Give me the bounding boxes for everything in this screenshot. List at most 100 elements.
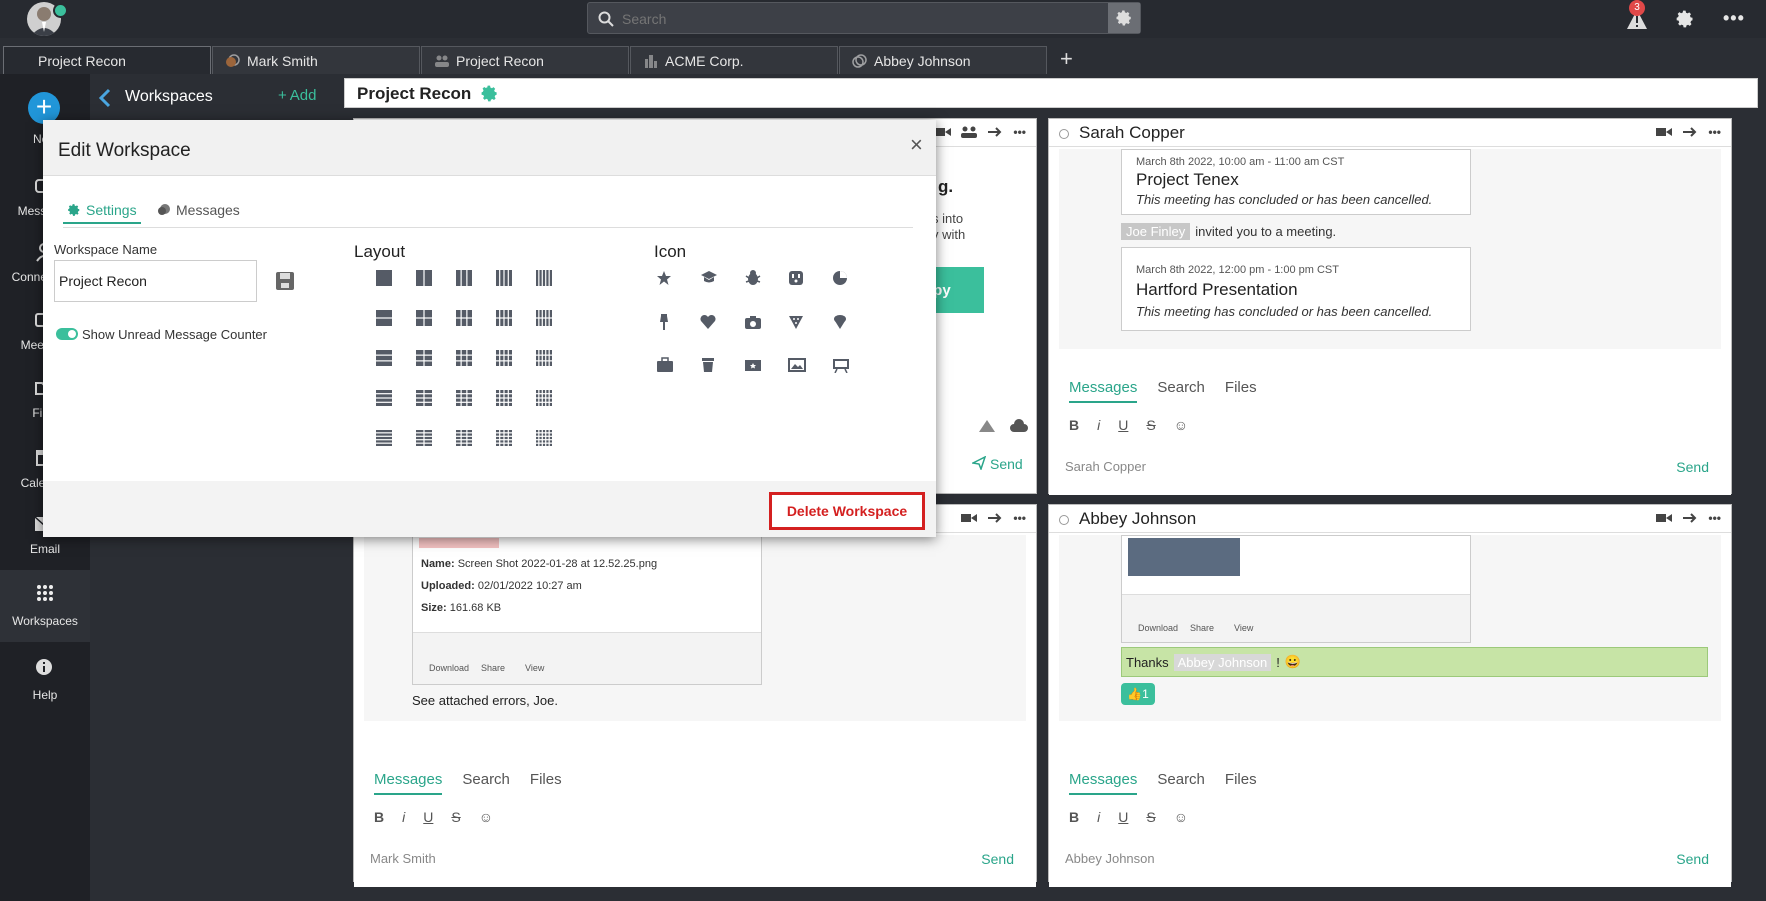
- arrow-right-icon[interactable]: [1682, 125, 1698, 139]
- gear-icon[interactable]: [480, 84, 499, 103]
- layout-option-2x5[interactable]: [536, 310, 552, 326]
- tab-files[interactable]: Files: [1225, 379, 1257, 403]
- layout-option-1x4[interactable]: [496, 270, 512, 286]
- layout-option-3x5[interactable]: [536, 350, 552, 366]
- add-workspace-button[interactable]: + Add: [278, 87, 316, 104]
- graduation-cap-icon[interactable]: [700, 270, 718, 286]
- tab-messages[interactable]: Messages: [374, 771, 443, 795]
- tab-project-recon-active[interactable]: Project Recon: [3, 46, 211, 74]
- settings-button[interactable]: [1675, 9, 1695, 29]
- more-options-icon[interactable]: •••: [1723, 8, 1745, 29]
- delete-workspace-button[interactable]: Delete Workspace: [769, 492, 925, 530]
- layout-option-3x3[interactable]: [456, 350, 472, 366]
- emoji-icon[interactable]: ☺: [1174, 809, 1188, 825]
- tab-abbey-johnson[interactable]: Abbey Johnson: [839, 46, 1047, 74]
- strikethrough-icon[interactable]: S: [1146, 417, 1155, 433]
- video-icon[interactable]: [1656, 125, 1673, 139]
- bold-icon[interactable]: B: [1069, 417, 1079, 433]
- image-icon[interactable]: [788, 357, 806, 373]
- group-icon[interactable]: [961, 125, 978, 139]
- workspace-name-input[interactable]: [54, 260, 257, 302]
- layout-option-4x3[interactable]: [456, 390, 472, 406]
- tab-messages[interactable]: Messages: [1069, 771, 1138, 795]
- back-chevron-icon[interactable]: [98, 88, 112, 108]
- tab-files[interactable]: Files: [530, 771, 562, 795]
- rail-workspaces[interactable]: Workspaces: [0, 570, 90, 642]
- search-input[interactable]: [622, 9, 1102, 29]
- mention-chip[interactable]: Joe Finley: [1121, 223, 1191, 240]
- briefcase-icon[interactable]: [656, 357, 674, 373]
- arrow-right-icon[interactable]: [987, 125, 1003, 139]
- layout-option-2x2[interactable]: [416, 310, 432, 326]
- layout-option-4x2[interactable]: [416, 390, 432, 406]
- reaction-badge[interactable]: 👍1: [1121, 683, 1155, 705]
- layout-option-2x3[interactable]: [456, 310, 472, 326]
- send-button[interactable]: Send: [981, 851, 1014, 867]
- warning-icon[interactable]: [978, 419, 996, 433]
- layout-option-1x5[interactable]: [536, 270, 552, 286]
- pizza-icon[interactable]: [788, 314, 804, 330]
- cloud-upload-icon[interactable]: [1010, 419, 1028, 433]
- layout-option-1x1[interactable]: [376, 270, 392, 286]
- italic-icon[interactable]: i: [1097, 417, 1100, 433]
- view-button[interactable]: View: [525, 663, 544, 673]
- tab-search[interactable]: Search: [1157, 379, 1205, 403]
- tab-project-recon[interactable]: Project Recon: [421, 46, 629, 74]
- layout-option-5x5[interactable]: [536, 430, 552, 446]
- tab-search[interactable]: Search: [462, 771, 510, 795]
- tab-mark-smith[interactable]: Mark Smith: [212, 46, 420, 74]
- outlet-icon[interactable]: [788, 270, 804, 286]
- layout-option-3x4[interactable]: [496, 350, 512, 366]
- italic-icon[interactable]: i: [402, 809, 405, 825]
- tab-settings[interactable]: Settings: [63, 202, 141, 224]
- more-options-icon[interactable]: •••: [1013, 511, 1026, 525]
- download-button[interactable]: Download: [1138, 623, 1178, 633]
- alerts-button[interactable]: 3: [1624, 0, 1650, 32]
- rail-help[interactable]: Help: [0, 658, 90, 726]
- send-button[interactable]: Send: [972, 456, 1023, 472]
- tab-messages[interactable]: Messages: [1069, 379, 1138, 403]
- view-button[interactable]: View: [1234, 623, 1253, 633]
- layout-option-5x1[interactable]: [376, 430, 392, 446]
- layout-option-5x3[interactable]: [456, 430, 472, 446]
- layout-option-5x4[interactable]: [496, 430, 512, 446]
- message-input[interactable]: Sarah Copper: [1065, 459, 1146, 474]
- video-icon[interactable]: [961, 511, 978, 525]
- message-input[interactable]: Mark Smith: [370, 851, 436, 866]
- layout-option-1x3[interactable]: [456, 270, 472, 286]
- mention-chip[interactable]: Abbey Johnson: [1173, 653, 1272, 671]
- meeting-card[interactable]: March 8th 2022, 10:00 am - 11:00 am CST …: [1121, 149, 1471, 215]
- video-icon[interactable]: [1656, 511, 1673, 525]
- tab-acme-corp[interactable]: ACME Corp.: [630, 46, 838, 74]
- download-button[interactable]: Download: [429, 663, 469, 673]
- strikethrough-icon[interactable]: S: [451, 809, 460, 825]
- layout-option-3x2[interactable]: [416, 350, 432, 366]
- tab-messages[interactable]: Messages: [157, 202, 240, 222]
- layout-option-4x5[interactable]: [536, 390, 552, 406]
- more-options-icon[interactable]: •••: [1013, 125, 1026, 139]
- add-tab-button[interactable]: +: [1060, 46, 1073, 72]
- arrow-right-icon[interactable]: [987, 511, 1003, 525]
- save-icon[interactable]: [275, 271, 295, 291]
- close-icon[interactable]: ×: [910, 132, 923, 158]
- camera-icon[interactable]: [744, 314, 762, 330]
- more-options-icon[interactable]: •••: [1708, 511, 1721, 525]
- unread-counter-toggle[interactable]: [56, 328, 78, 340]
- tab-search[interactable]: Search: [1157, 771, 1205, 795]
- ticket-icon[interactable]: [744, 357, 762, 373]
- search-settings-button[interactable]: [1108, 3, 1140, 33]
- send-button[interactable]: Send: [1676, 459, 1709, 475]
- bug-icon[interactable]: [744, 269, 762, 287]
- message-input[interactable]: Abbey Johnson: [1065, 851, 1155, 866]
- arrow-right-icon[interactable]: [1682, 511, 1698, 525]
- italic-icon[interactable]: i: [1097, 809, 1100, 825]
- layout-option-4x1[interactable]: [376, 390, 392, 406]
- video-icon[interactable]: [935, 125, 952, 139]
- underline-icon[interactable]: U: [1118, 417, 1128, 433]
- star-icon[interactable]: [656, 270, 672, 286]
- pie-chart-icon[interactable]: [832, 270, 848, 286]
- layout-option-5x2[interactable]: [416, 430, 432, 446]
- image-thumbnail[interactable]: [1128, 538, 1240, 576]
- send-button[interactable]: Send: [1676, 851, 1709, 867]
- underline-icon[interactable]: U: [1118, 809, 1128, 825]
